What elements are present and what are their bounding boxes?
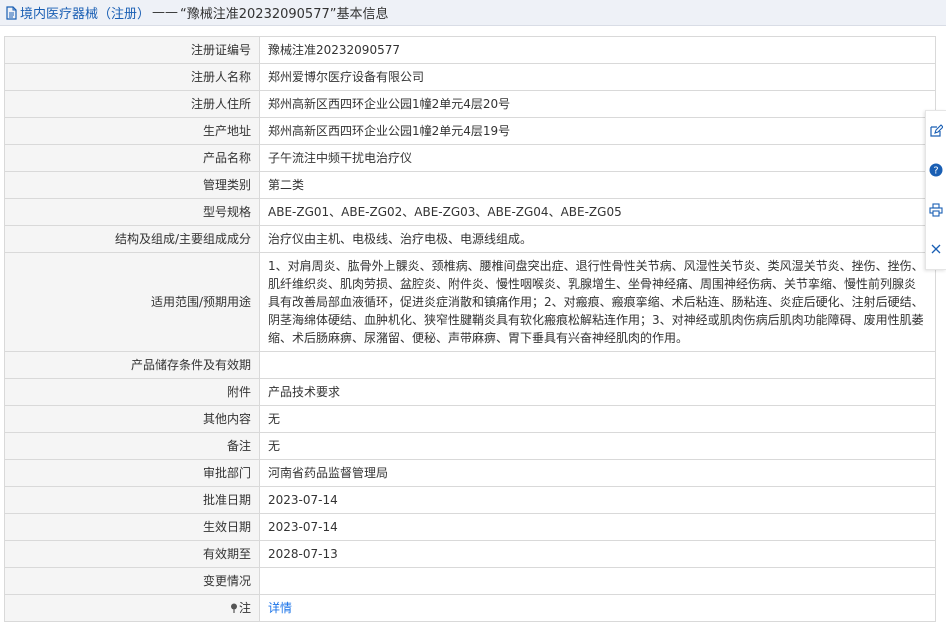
field-label: 生产地址 xyxy=(4,117,260,145)
table-row: 产品储存条件及有效期 xyxy=(4,351,936,379)
detail-table: 注册证编号 豫械注准20232090577 注册人名称 郑州爱博尔医疗设备有限公… xyxy=(4,36,936,622)
table-row: 批准日期 2023-07-14 xyxy=(4,486,936,514)
field-value: 子午流注中频干扰电治疗仪 xyxy=(259,144,936,172)
field-label: 变更情况 xyxy=(4,567,260,595)
print-icon xyxy=(929,203,943,217)
field-label: 注册人住所 xyxy=(4,90,260,118)
table-row: 注 详情 xyxy=(4,594,936,622)
field-label: 结构及组成/主要组成成分 xyxy=(4,225,260,253)
table-row: 生产地址 郑州高新区西四环企业公园1幢2单元4层19号 xyxy=(4,117,936,145)
field-value: 郑州高新区西四环企业公园1幢2单元4层19号 xyxy=(259,117,936,145)
field-label: 产品名称 xyxy=(4,144,260,172)
page-title: “豫械注准20232090577”基本信息 xyxy=(180,7,389,22)
print-tool-button[interactable] xyxy=(929,203,943,217)
side-toolbar: ? xyxy=(925,110,946,270)
edit-tool-button[interactable] xyxy=(929,123,943,138)
field-label: 附件 xyxy=(4,378,260,406)
field-value: 郑州爱博尔医疗设备有限公司 xyxy=(259,63,936,91)
note-label-cell: 注 xyxy=(4,594,260,622)
pin-icon xyxy=(230,603,237,613)
table-row: 产品名称 子午流注中频干扰电治疗仪 xyxy=(4,144,936,172)
field-value: 2023-07-14 xyxy=(259,513,936,541)
note-label: 注 xyxy=(238,601,251,615)
table-row: 有效期至 2028-07-13 xyxy=(4,540,936,568)
close-icon xyxy=(931,244,941,254)
field-value: ABE-ZG01、ABE-ZG02、ABE-ZG03、ABE-ZG04、ABE-… xyxy=(259,198,936,226)
breadcrumb-separator: —— xyxy=(152,5,179,20)
field-value: 第二类 xyxy=(259,171,936,199)
table-row: 附件 产品技术要求 xyxy=(4,378,936,406)
table-row: 变更情况 xyxy=(4,567,936,595)
field-value: 郑州高新区西四环企业公园1幢2单元4层20号 xyxy=(259,90,936,118)
field-label: 其他内容 xyxy=(4,405,260,433)
field-label: 有效期至 xyxy=(4,540,260,568)
field-value: 2028-07-13 xyxy=(259,540,936,568)
edit-icon xyxy=(930,123,943,137)
svg-text:?: ? xyxy=(933,166,938,177)
field-label: 注册人名称 xyxy=(4,63,260,91)
field-label: 注册证编号 xyxy=(4,36,260,64)
field-label: 审批部门 xyxy=(4,459,260,487)
field-value: 无 xyxy=(259,432,936,460)
table-row: 注册人名称 郑州爱博尔医疗设备有限公司 xyxy=(4,63,936,91)
field-label: 产品储存条件及有效期 xyxy=(4,351,260,379)
field-label: 批准日期 xyxy=(4,486,260,514)
table-row: 型号规格 ABE-ZG01、ABE-ZG02、ABE-ZG03、ABE-ZG04… xyxy=(4,198,936,226)
field-label: 备注 xyxy=(4,432,260,460)
table-row: 结构及组成/主要组成成分 治疗仪由主机、电极线、治疗电极、电源线组成。 xyxy=(4,225,936,253)
field-label: 适用范围/预期用途 xyxy=(4,252,260,352)
field-label: 生效日期 xyxy=(4,513,260,541)
breadcrumb[interactable]: 境内医疗器械（注册） xyxy=(20,3,150,22)
field-value: 豫械注准20232090577 xyxy=(259,36,936,64)
table-row: 备注 无 xyxy=(4,432,936,460)
help-tool-button[interactable]: ? xyxy=(929,163,943,177)
field-value: 河南省药品监督管理局 xyxy=(259,459,936,487)
field-value: 无 xyxy=(259,405,936,433)
table-row: 审批部门 河南省药品监督管理局 xyxy=(4,459,936,487)
help-icon: ? xyxy=(929,163,943,177)
table-row: 生效日期 2023-07-14 xyxy=(4,513,936,541)
details-link[interactable]: 详情 xyxy=(268,601,292,615)
table-row: 注册证编号 豫械注准20232090577 xyxy=(4,36,936,64)
table-row: 注册人住所 郑州高新区西四环企业公园1幢2单元4层20号 xyxy=(4,90,936,118)
document-icon xyxy=(6,5,17,20)
field-value: 治疗仪由主机、电极线、治疗电极、电源线组成。 xyxy=(259,225,936,253)
close-tool-button[interactable] xyxy=(929,242,943,256)
note-value-cell: 详情 xyxy=(259,594,936,622)
field-label: 型号规格 xyxy=(4,198,260,226)
field-value: 2023-07-14 xyxy=(259,486,936,514)
field-value xyxy=(259,351,936,379)
field-label: 管理类别 xyxy=(4,171,260,199)
field-value: 产品技术要求 xyxy=(259,378,936,406)
field-value xyxy=(259,567,936,595)
title-bar: 境内医疗器械（注册） —— “豫械注准20232090577”基本信息 xyxy=(0,0,946,26)
table-row: 适用范围/预期用途 1、对肩周炎、肱骨外上髁炎、颈椎病、腰椎间盘突出症、退行性骨… xyxy=(4,252,936,352)
table-row: 管理类别 第二类 xyxy=(4,171,936,199)
field-value: 1、对肩周炎、肱骨外上髁炎、颈椎病、腰椎间盘突出症、退行性骨性关节病、风湿性关节… xyxy=(259,252,936,352)
table-row: 其他内容 无 xyxy=(4,405,936,433)
